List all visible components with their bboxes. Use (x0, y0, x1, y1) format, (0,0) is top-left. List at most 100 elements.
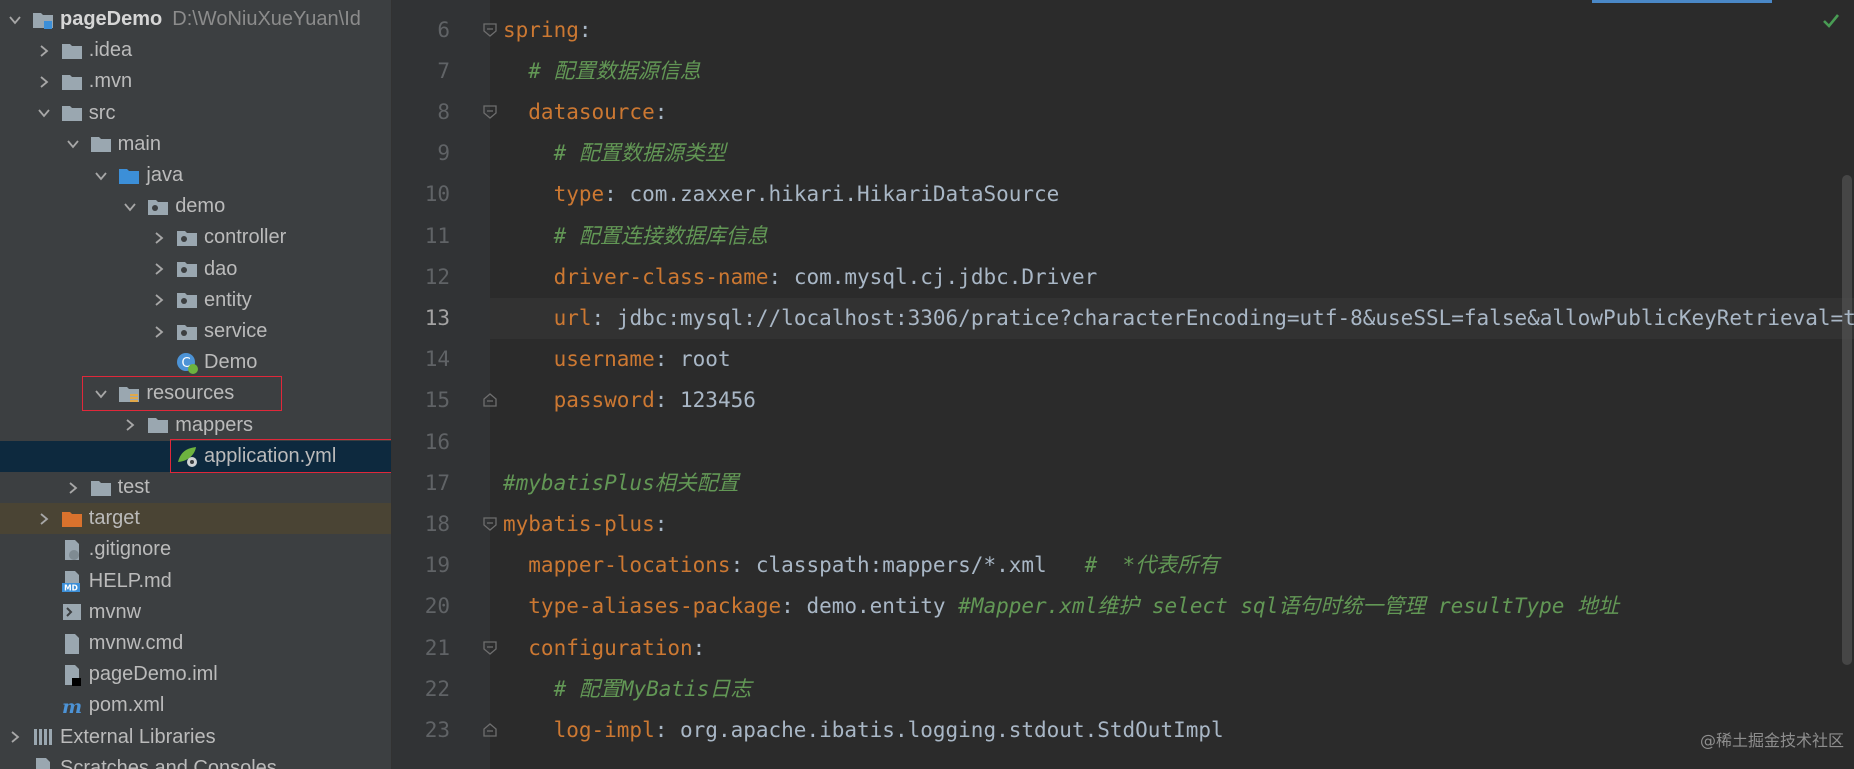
chevron-right-icon[interactable] (62, 477, 84, 499)
chevron-down-icon[interactable] (119, 196, 141, 218)
code-line[interactable]: mapper-locations: classpath:mappers/*.xm… (503, 545, 1219, 586)
fold-open-icon[interactable] (482, 104, 498, 120)
chevron-down-icon[interactable] (90, 165, 112, 187)
code-line[interactable]: configuration: (503, 628, 705, 669)
excluded-folder-icon (60, 507, 84, 531)
chevron-right-icon[interactable] (148, 321, 170, 343)
line-number: 22 (424, 676, 450, 701)
code-line[interactable]: spring: (503, 10, 592, 51)
code-line[interactable]: datasource: (503, 92, 667, 133)
code-line[interactable]: # 配置数据源信息 (503, 51, 700, 92)
yaml-key: password (503, 388, 655, 413)
fold-close-icon[interactable] (482, 392, 498, 408)
shell-file-icon (60, 600, 84, 624)
tree-item-entity[interactable]: entity (0, 285, 391, 316)
tree-item-mvnw-cmd[interactable]: mvnw.cmd (0, 628, 391, 659)
tree-item-mappers[interactable]: mappers (0, 410, 391, 441)
code-line[interactable]: # 配置数据源类型 (503, 133, 726, 174)
chevron-right-icon[interactable] (148, 289, 170, 311)
tree-item-label: mvnw.cmd (88, 632, 184, 654)
code-line[interactable]: driver-class-name: com.mysql.cj.jdbc.Dri… (503, 257, 1098, 298)
code-editor[interactable]: 6 7 8 9 10 11 12 13 14 15 16 17 18 19 20 21 22 23 @稀土掘金技术… (392, 0, 1854, 769)
chevron-right-icon[interactable] (33, 508, 55, 530)
yaml-comment: # *代表所有 (1046, 553, 1220, 578)
fold-open-icon[interactable] (482, 22, 498, 38)
code-line[interactable]: username: root (503, 339, 731, 380)
line-number: 20 (424, 594, 450, 619)
tree-item-controller[interactable]: controller (0, 222, 391, 253)
yaml-comment: # 配置MyBatis日志 (503, 676, 752, 701)
tree-item-label: demo (175, 195, 226, 218)
chevron-down-icon[interactable] (33, 102, 55, 124)
yaml-value: : (730, 553, 756, 578)
project-tool-window: pageDemo D:\WoNiuXueYuan\Id .idea .mvn src ma… (0, 0, 392, 769)
tree-item-java[interactable]: java (0, 160, 391, 191)
fold-open-icon[interactable] (482, 516, 498, 532)
fold-close-icon[interactable] (482, 722, 498, 738)
tree-item-pom-xml[interactable]: m pom.xml (0, 690, 391, 721)
chevron-right-icon[interactable] (33, 40, 55, 62)
tree-item-src[interactable]: src (0, 98, 391, 129)
line-number: 23 (424, 717, 450, 742)
tree-item-pagedemo-iml[interactable]: pageDemo.iml (0, 659, 391, 690)
tree-item-gitignore[interactable]: .gitignore (0, 534, 391, 565)
yaml-value: 123456 (680, 388, 756, 413)
code-line[interactable]: # 配置连接数据库信息 (503, 216, 768, 257)
tree-item-demo[interactable]: demo (0, 191, 391, 222)
code-line[interactable]: url: jdbc:mysql://localhost:3306/pratice… (503, 298, 1854, 339)
tree-item-label: target (88, 507, 140, 530)
folder-icon (60, 39, 84, 63)
yaml-value: HikariDataSource (857, 182, 1060, 207)
tree-item-mvn[interactable]: .mvn (0, 66, 391, 97)
gitignore-file-icon (60, 538, 84, 562)
yaml-key: log-impl (503, 717, 655, 742)
line-number: 9 (437, 141, 450, 166)
vertical-scrollbar[interactable] (1842, 175, 1852, 665)
code-line[interactable]: type-aliases-package: demo.entity #Mappe… (503, 586, 1619, 627)
scratches-icon (31, 756, 55, 769)
code-line[interactable]: type: com.zaxxer.hikari.HikariDataSource (503, 174, 1060, 215)
tree-item-test[interactable]: test (0, 472, 391, 503)
chevron-right-icon[interactable] (148, 258, 170, 280)
iml-file-icon (60, 663, 84, 687)
tree-item-label: controller (204, 226, 287, 249)
tree-item-dao[interactable]: dao (0, 254, 391, 285)
tree-item-resources[interactable]: resources (0, 378, 391, 409)
tree-item-label: dao (204, 257, 238, 280)
tree-item-help-md[interactable]: MD HELP.md (0, 566, 391, 597)
package-folder-icon (146, 195, 170, 219)
code-line[interactable]: # 配置MyBatis日志 (503, 669, 752, 710)
yaml-value: : (654, 511, 668, 536)
chevron-right-icon[interactable] (148, 227, 170, 249)
chevron-down-icon[interactable] (4, 9, 26, 31)
tree-item-scratches-and-consoles[interactable]: Scratches and Consoles (0, 753, 391, 769)
code-line[interactable]: password: 123456 (503, 380, 756, 421)
tree-item-main[interactable]: main (0, 129, 391, 160)
tree-item-pagedemo[interactable]: pageDemo D:\WoNiuXueYuan\Id (0, 4, 391, 35)
tree-item-external-libraries[interactable]: External Libraries (0, 722, 391, 753)
line-number: 21 (424, 635, 450, 660)
code-line[interactable]: #mybatisPlus相关配置 (503, 463, 739, 504)
tree-item-label: HELP.md (88, 569, 172, 592)
folder-icon (60, 101, 84, 125)
tree-item-demo[interactable]: C Demo (0, 347, 391, 378)
fold-open-icon[interactable] (482, 640, 498, 656)
tree-item-mvnw[interactable]: mvnw (0, 597, 391, 628)
spring-boot-class-icon: C (175, 351, 199, 375)
chevron-right-icon[interactable] (33, 71, 55, 93)
yaml-value: demo.entity (806, 594, 959, 619)
yaml-comment: # 配置数据源类型 (503, 141, 726, 166)
tree-item-service[interactable]: service (0, 316, 391, 347)
chevron-right-icon[interactable] (4, 726, 26, 748)
code-line[interactable]: mybatis-plus: (503, 504, 667, 545)
chevron-right-icon[interactable] (119, 414, 141, 436)
check-icon[interactable] (1822, 12, 1840, 35)
tree-item-label: pageDemo (60, 8, 163, 30)
tree-item-idea[interactable]: .idea (0, 35, 391, 66)
yaml-value: jdbc:mysql://localhost:3306/pratice?char… (616, 305, 1854, 330)
tree-item-application-yml[interactable]: application.yml (0, 440, 391, 472)
code-line[interactable]: log-impl: org.apache.ibatis.logging.stdo… (503, 710, 1224, 751)
tree-item-target[interactable]: target (0, 503, 391, 535)
chevron-down-icon[interactable] (62, 133, 84, 155)
chevron-down-icon[interactable] (90, 383, 112, 405)
